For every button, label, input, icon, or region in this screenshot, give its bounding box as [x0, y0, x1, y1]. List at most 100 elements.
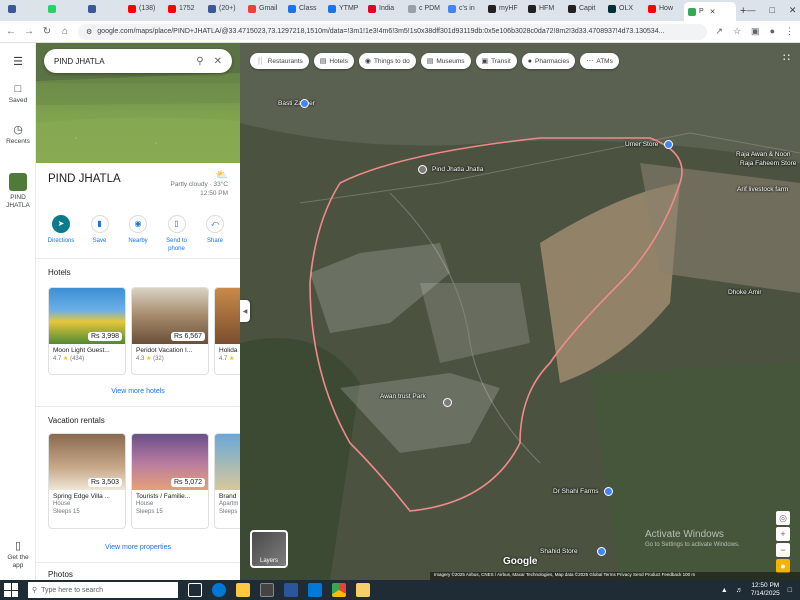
browser-tab[interactable]: (138) [124, 0, 164, 17]
map-label[interactable]: Dr Shahi Farms [553, 488, 599, 495]
maximize-icon[interactable]: □ [769, 5, 774, 16]
store-pin-icon[interactable] [597, 547, 606, 556]
store-pin-icon[interactable] [664, 140, 673, 149]
share-page-icon[interactable]: ↗ [715, 26, 723, 37]
location-icon[interactable]: ◎ [776, 511, 790, 525]
profile-icon[interactable]: ● [770, 26, 775, 37]
map-label[interactable]: Shahid Store [540, 548, 578, 555]
close-window-icon[interactable]: ✕ [789, 5, 797, 16]
browser-tab[interactable]: OLX [604, 0, 644, 17]
chip-hotels[interactable]: ▤ Hotels [313, 53, 354, 69]
site-info-icon[interactable]: ⚙ [86, 28, 92, 36]
map-label[interactable]: Dhoke Amir [728, 289, 762, 296]
search-box[interactable]: PIND JHATLA ⚲ ✕ [44, 49, 232, 73]
folder-icon[interactable] [356, 583, 370, 597]
home-icon[interactable]: ⌂ [60, 26, 70, 37]
windows-start-icon[interactable] [4, 583, 18, 597]
send-to-phone-button[interactable]: ▯ Send to phone [158, 215, 196, 253]
browser-tab[interactable] [84, 0, 124, 17]
recent-place-button[interactable]: PIND JHATLA [0, 173, 36, 210]
browser-tab[interactable]: c's in [444, 0, 484, 17]
taskbar-search[interactable]: ⚲ Type here to search [28, 582, 178, 598]
menu-kebab-icon[interactable]: ⋮ [785, 26, 794, 37]
chrome-icon[interactable] [332, 583, 346, 597]
recents-button[interactable]: ◷ Recents [0, 123, 36, 145]
browser-tab[interactable]: 1752 [164, 0, 204, 17]
clock[interactable]: 12:50 PM 7/14/2025 [751, 582, 780, 598]
directions-button[interactable]: ➤ Directions [42, 215, 80, 253]
satellite-map[interactable]: 🍴 Restaurants ▤ Hotels ◉ Things to do ▤ Muse… [240, 43, 800, 580]
collapse-panel-button[interactable]: ◀ [240, 300, 250, 322]
menu-button[interactable]: ☰ [0, 55, 36, 70]
close-icon[interactable]: ✕ [214, 56, 222, 67]
nearby-button[interactable]: ◉ Nearby [119, 215, 157, 253]
place-pin-icon[interactable] [418, 165, 427, 174]
layers-button[interactable]: Layers [250, 530, 288, 568]
network-icon[interactable]: ▲ [721, 587, 728, 594]
browser-tab[interactable]: YTMP [324, 0, 364, 17]
view-more-properties-link[interactable]: View more properties [36, 544, 240, 551]
chip-museums[interactable]: ▤ Museums [420, 53, 471, 69]
hotel-card[interactable]: Rs 3,998 Moon Light Guest... 4.7 ★ (434) [48, 287, 126, 375]
place-pin-icon[interactable] [443, 398, 452, 407]
saved-button[interactable]: □ Saved [0, 83, 36, 104]
minimize-icon[interactable]: — [746, 5, 755, 16]
save-button[interactable]: ▮ Save [81, 215, 119, 253]
file-explorer-icon[interactable] [236, 583, 250, 597]
volume-icon[interactable]: ♬ [736, 587, 743, 594]
task-view-icon[interactable] [188, 583, 202, 597]
browser-tab[interactable]: c PDM [404, 0, 444, 17]
map-label[interactable]: Raja Awan & Noon [736, 151, 790, 158]
browser-tab[interactable]: Capit [564, 0, 604, 17]
apps-grid-icon[interactable]: ∷ [783, 51, 790, 64]
browser-tab[interactable]: How [644, 0, 684, 17]
zoom-in-button[interactable]: + [776, 527, 790, 541]
zoom-out-button[interactable]: − [776, 543, 790, 557]
word-icon[interactable] [284, 583, 298, 597]
share-button[interactable]: ⤺ Share [196, 215, 234, 253]
hotel-card[interactable]: Holida 4.7 ★ [214, 287, 240, 375]
browser-tab[interactable]: P ✕ [684, 2, 736, 21]
browser-tab[interactable]: India [364, 0, 404, 17]
store-icon[interactable] [260, 583, 274, 597]
place-pin-icon[interactable] [604, 487, 613, 496]
rental-card[interactable]: Rs 5,072 Tourists / Familie... House Sle… [131, 433, 209, 529]
chip-transit[interactable]: ▣ Transit [475, 53, 517, 69]
browser-tab[interactable] [44, 0, 84, 17]
hotel-card[interactable]: Rs 6,567 Peridot Vacation I... 4.3 ★ (32… [131, 287, 209, 375]
get-app-button[interactable]: ▯ Get the app [0, 539, 36, 570]
map-label[interactable]: Basti Zaheer [278, 100, 315, 107]
reload-icon[interactable]: ↻ [42, 26, 52, 37]
chip-atms[interactable]: ⋯ ATMs [580, 53, 619, 69]
pegman-icon[interactable]: ● [776, 559, 790, 573]
map-label[interactable]: Umer Store [625, 141, 658, 148]
map-label[interactable]: Pind Jhatla Jhatla [432, 166, 483, 173]
place-pin-icon[interactable] [300, 99, 309, 108]
browser-tab[interactable]: myHF [484, 0, 524, 17]
map-label[interactable]: Raja Faheem Store [740, 160, 796, 167]
address-bar[interactable]: ⚙ google.com/maps/place/PIND+JHATLA/@33.… [78, 23, 708, 40]
notifications-icon[interactable]: □ [788, 587, 792, 594]
rental-card[interactable]: Brand Apartm Sleeps [214, 433, 240, 529]
map-label[interactable]: Awan trust Park [380, 393, 426, 400]
close-tab-icon[interactable]: ✕ [710, 8, 716, 16]
browser-tab[interactable]: Class [284, 0, 324, 17]
forward-icon[interactable]: → [24, 26, 34, 37]
chip-pharmacies[interactable]: ● Pharmacies [521, 53, 576, 69]
map-label[interactable]: Arif livestock farm [737, 186, 788, 193]
chip-things-to-do[interactable]: ◉ Things to do [358, 53, 416, 69]
mail-icon[interactable] [308, 583, 322, 597]
browser-tab[interactable]: HFM [524, 0, 564, 17]
edge-icon[interactable] [212, 583, 226, 597]
rental-card[interactable]: Rs 3,503 Spring Edge Villa ... House Sle… [48, 433, 126, 529]
search-icon[interactable]: ⚲ [196, 56, 203, 67]
browser-tab[interactable]: (20+) [204, 0, 244, 17]
back-icon[interactable]: ← [6, 26, 16, 37]
browser-tab[interactable] [4, 0, 44, 17]
bookmark-star-icon[interactable]: ☆ [733, 26, 741, 37]
search-input[interactable]: PIND JHATLA [54, 57, 186, 66]
browser-tab[interactable]: Gmail [244, 0, 284, 17]
extensions-icon[interactable]: ▣ [751, 26, 760, 37]
view-more-hotels-link[interactable]: View more hotels [36, 388, 240, 395]
chip-restaurants[interactable]: 🍴 Restaurants [250, 53, 309, 69]
